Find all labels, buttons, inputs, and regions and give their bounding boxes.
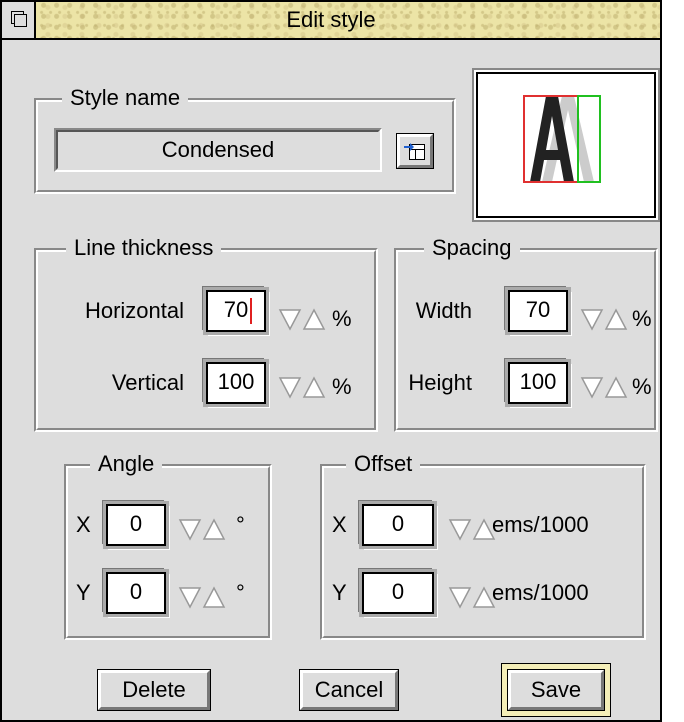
- vertical-thickness-arrows[interactable]: [278, 374, 326, 400]
- cancel-button[interactable]: Cancel: [300, 670, 398, 710]
- angle-x-unit: °: [236, 512, 245, 537]
- height-unit: %: [632, 374, 652, 399]
- vertical-thickness-value: 100: [217, 369, 255, 394]
- angle-label: Angle: [90, 450, 163, 478]
- offset-y-arrows[interactable]: [448, 584, 496, 610]
- down-arrow-icon[interactable]: [178, 519, 202, 541]
- width-arrows[interactable]: [580, 306, 628, 332]
- offset-x-arrows[interactable]: [448, 516, 496, 542]
- horizontal-thickness-arrows[interactable]: [278, 306, 326, 332]
- height-input[interactable]: 100: [505, 359, 571, 407]
- spacing-group: Spacing: [394, 234, 658, 432]
- angle-group: Angle: [64, 450, 272, 640]
- down-arrow-icon[interactable]: [278, 377, 302, 399]
- up-arrow-icon[interactable]: [202, 518, 226, 540]
- up-arrow-icon[interactable]: [604, 376, 628, 398]
- pick-style-icon: [404, 143, 425, 160]
- down-arrow-icon[interactable]: [580, 377, 604, 399]
- title-bar[interactable]: Edit style: [2, 2, 660, 40]
- width-value: 70: [525, 297, 551, 322]
- offset-x-input[interactable]: 0: [359, 501, 437, 549]
- down-arrow-icon[interactable]: [178, 587, 202, 609]
- offset-x-label: X: [332, 512, 347, 537]
- horizontal-thickness-value: 70: [223, 297, 249, 322]
- edit-style-window: Edit style Style name Condensed Line thi…: [0, 0, 662, 722]
- height-arrows[interactable]: [580, 374, 628, 400]
- up-arrow-icon[interactable]: [604, 308, 628, 330]
- angle-y-input[interactable]: 0: [103, 569, 169, 617]
- up-arrow-icon[interactable]: [472, 518, 496, 540]
- horizontal-label: Horizontal: [84, 298, 184, 323]
- window-title: Edit style: [286, 7, 376, 32]
- horizontal-unit: %: [332, 306, 352, 331]
- offset-label: Offset: [346, 450, 421, 478]
- delete-button[interactable]: Delete: [98, 670, 210, 710]
- width-label: Width: [415, 298, 472, 323]
- height-label: Height: [408, 370, 472, 395]
- save-button[interactable]: Save: [508, 670, 604, 710]
- angle-x-input[interactable]: 0: [103, 501, 169, 549]
- line-thickness-label: Line thickness: [66, 234, 222, 262]
- line-thickness-group: Line thickness: [34, 234, 378, 432]
- vertical-label: Vertical: [111, 370, 184, 395]
- up-arrow-icon[interactable]: [202, 586, 226, 608]
- edge-mark: [0, 604, 2, 616]
- offset-x-unit: ems/1000: [492, 512, 589, 537]
- style-name-value: Condensed: [161, 137, 275, 162]
- angle-y-unit: °: [236, 580, 245, 605]
- down-arrow-icon[interactable]: [448, 519, 472, 541]
- up-arrow-icon[interactable]: [302, 308, 326, 330]
- angle-x-label: X: [76, 512, 91, 537]
- up-arrow-icon[interactable]: [302, 376, 326, 398]
- down-arrow-icon[interactable]: [278, 309, 302, 331]
- preview-glyph: [523, 95, 601, 183]
- spacing-label: Spacing: [424, 234, 520, 262]
- up-arrow-icon[interactable]: [472, 586, 496, 608]
- offset-y-input[interactable]: 0: [359, 569, 437, 617]
- style-preview: [476, 72, 656, 218]
- width-unit: %: [632, 306, 652, 331]
- style-name-label: Style name: [62, 84, 189, 112]
- width-input[interactable]: 70: [505, 287, 571, 335]
- height-value: 100: [519, 369, 557, 394]
- window-back-icon[interactable]: [2, 2, 36, 38]
- offset-x-value: 0: [391, 511, 405, 536]
- vertical-unit: %: [332, 374, 352, 399]
- angle-y-arrows[interactable]: [178, 584, 226, 610]
- angle-y-label: Y: [76, 580, 91, 605]
- down-arrow-icon[interactable]: [448, 587, 472, 609]
- offset-y-value: 0: [391, 579, 405, 604]
- vertical-thickness-input[interactable]: 100: [203, 359, 269, 407]
- down-arrow-icon[interactable]: [580, 309, 604, 331]
- angle-x-arrows[interactable]: [178, 516, 226, 542]
- horizontal-thickness-input[interactable]: 70: [203, 287, 269, 335]
- offset-y-label: Y: [332, 580, 347, 605]
- angle-y-value: 0: [129, 579, 143, 604]
- pick-style-button[interactable]: [397, 134, 433, 168]
- style-name-field: Condensed: [54, 128, 382, 172]
- offset-y-unit: ems/1000: [492, 580, 589, 605]
- angle-x-value: 0: [129, 511, 143, 536]
- text-caret: [250, 298, 252, 324]
